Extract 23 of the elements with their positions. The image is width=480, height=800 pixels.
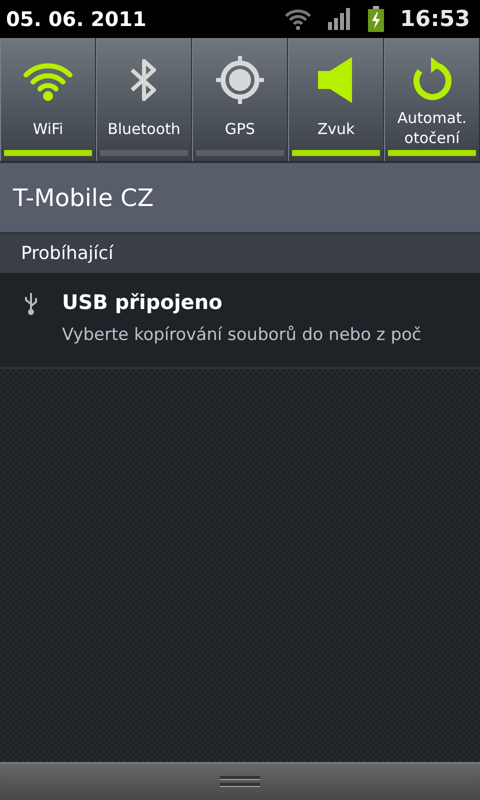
clock-text: 16:53 [400,6,470,34]
notification-title: USB připojeno [62,289,224,316]
notification-item[interactable]: USB připojeno Vyberte kopírování souborů do nebo z poč [0,273,480,369]
date-text: 05. 06. 2011 [6,6,146,33]
grip-icon [220,776,260,788]
toggle-label: Zvuk [317,119,355,140]
section-header: Probíhající [0,234,480,273]
quick-toggle[interactable]: WiFi [0,38,96,161]
toggle-label: Automat. otočení [397,108,467,148]
toggle-label: GPS [224,119,256,140]
carrier-name: T-Mobile CZ [0,163,480,234]
quick-toggle[interactable]: Automat. otočení [384,38,480,161]
notification-text: Vyberte kopírování souborů do nebo z poč [62,324,422,347]
usb-icon [24,292,38,315]
toggle-label: WiFi [32,119,64,140]
quick-toggle[interactable]: Bluetooth [96,38,192,161]
quick-toggle[interactable]: Zvuk [288,38,384,161]
signal-bars-icon [328,8,352,30]
battery-charging-icon [368,6,384,32]
drag-handle[interactable] [0,762,480,800]
toggle-label: Bluetooth [108,119,180,140]
quick-toggle[interactable]: GPS [192,38,288,161]
wifi-signal-icon [284,8,312,30]
